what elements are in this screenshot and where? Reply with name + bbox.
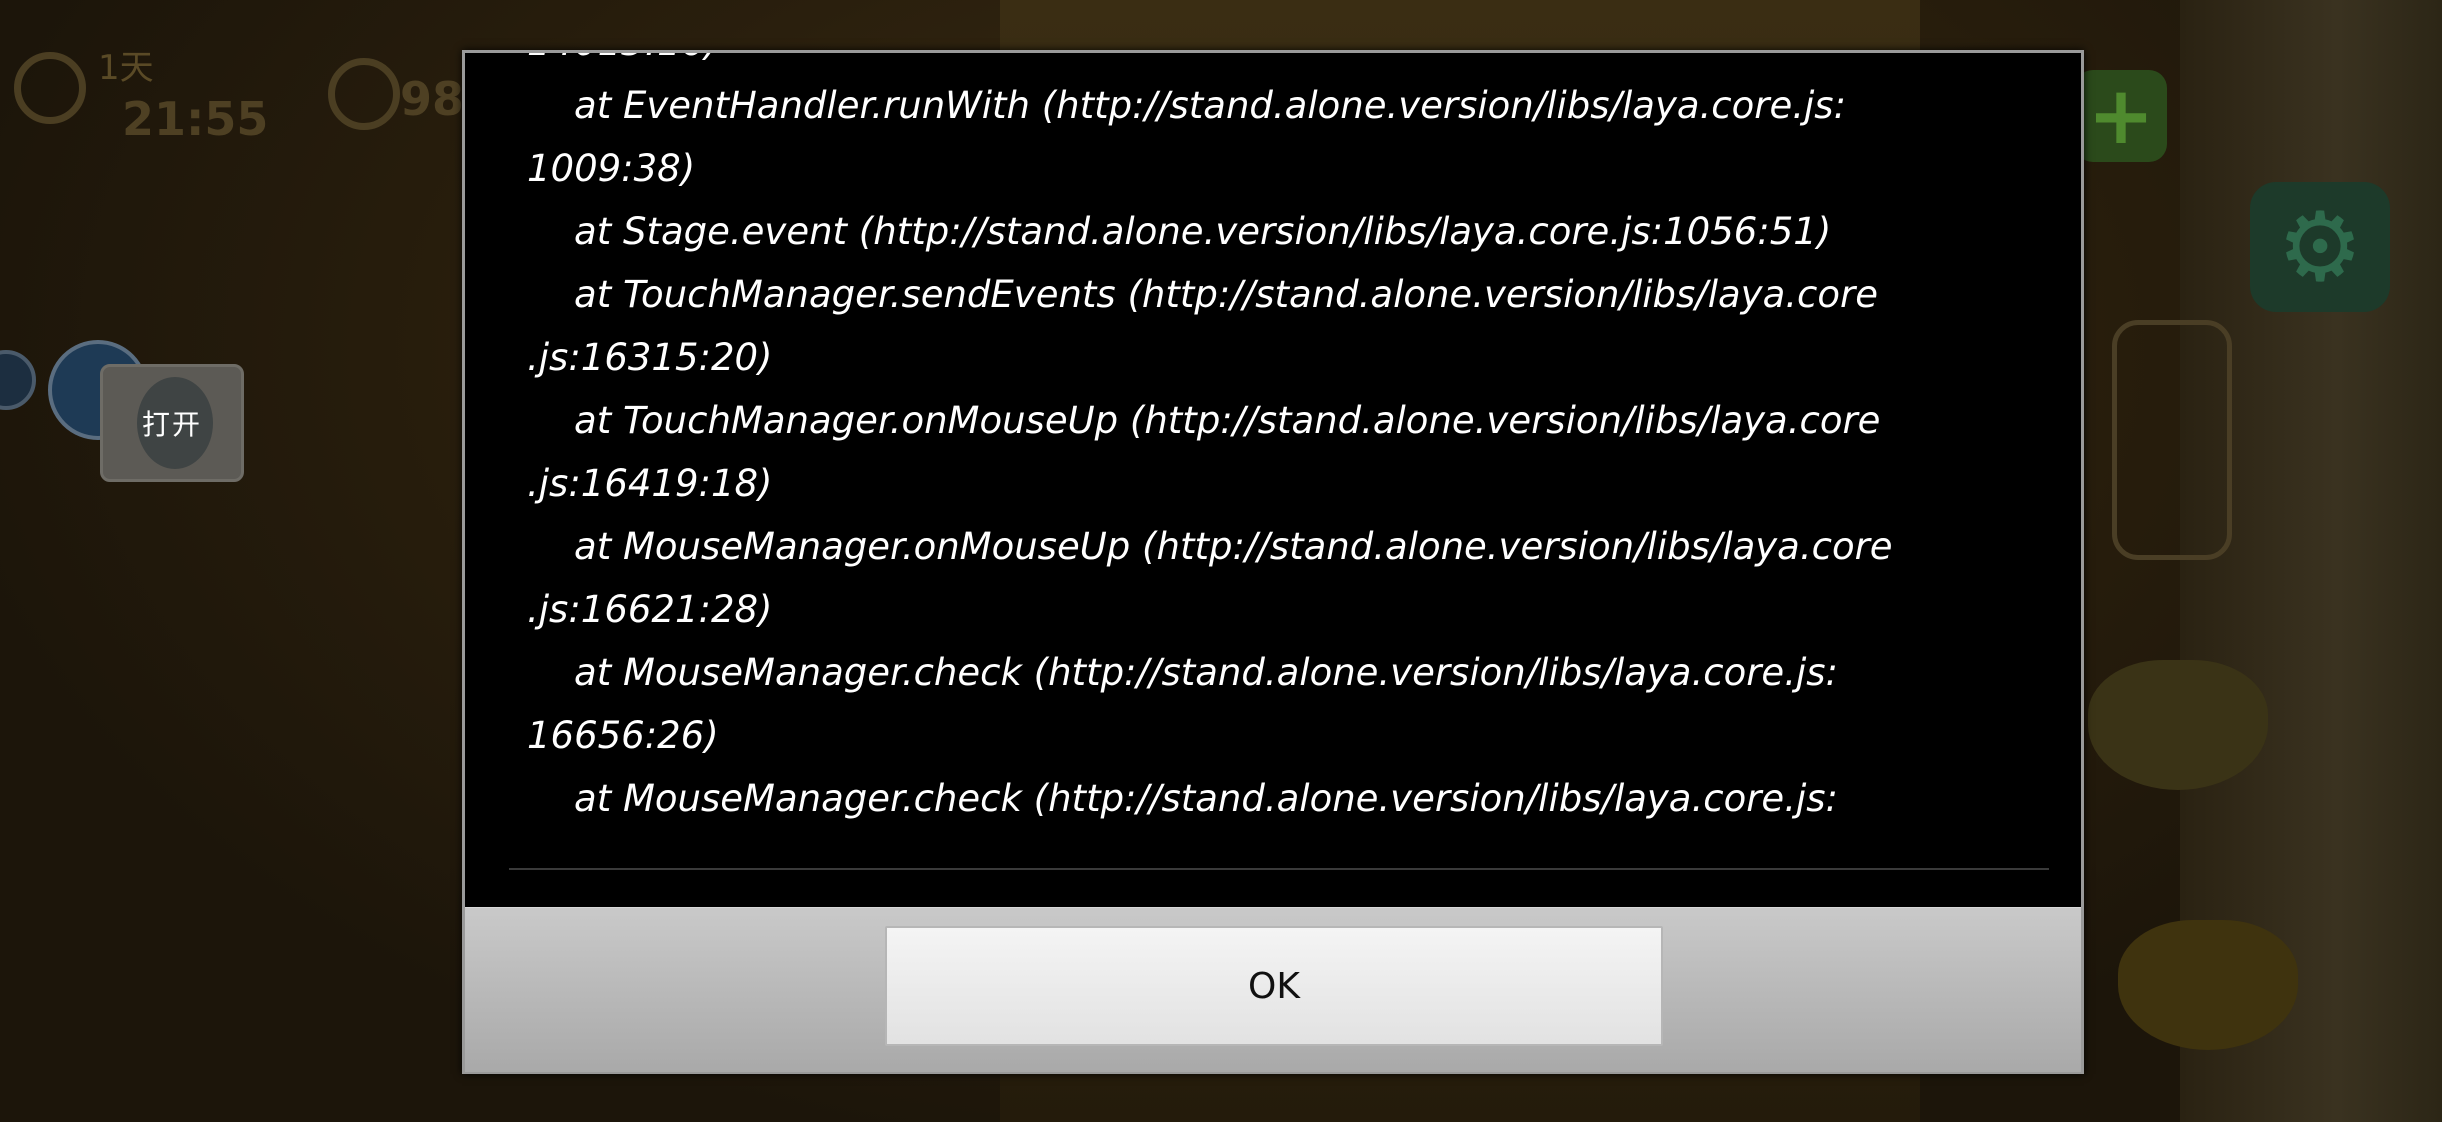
bowl-icon [2118,920,2298,1050]
add-button[interactable]: + [2075,70,2167,162]
clock-icon [14,52,86,124]
error-message-scroll-area[interactable]: 14013:16) at EventHandler.runWith (http:… [465,53,2081,907]
game-time: 21:55 [122,92,269,146]
message-divider [509,868,2049,870]
open-button-label: 打开 [141,408,202,441]
dialog-button-bar: OK [465,907,2081,1072]
open-button[interactable]: 打开 [100,364,244,482]
satisfaction-value: 98 [400,72,465,126]
day-label: 1天 [98,48,154,88]
error-stack-trace: 14013:16) at EventHandler.runWith (http:… [527,53,1893,820]
smile-icon [328,58,400,130]
plus-icon: + [2087,69,2155,162]
jar-icon [2112,320,2232,560]
ok-button[interactable]: OK [885,926,1663,1046]
settings-button[interactable]: ⚙ [2250,182,2390,312]
gear-icon: ⚙ [2276,191,2364,303]
error-dialog: 14013:16) at EventHandler.runWith (http:… [462,50,2084,1074]
bowl-icon [2088,660,2268,790]
